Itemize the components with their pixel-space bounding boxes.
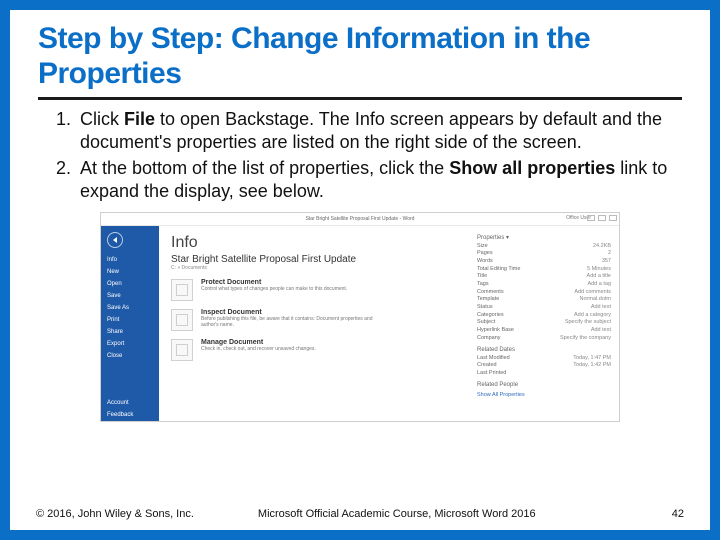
bold-show-all: Show all properties (449, 158, 615, 178)
backstage-sidebar: Info New Open Save Save As Print Share E… (101, 226, 159, 421)
prop-comments: CommentsAdd comments (477, 289, 611, 297)
slide-footer: © 2016, John Wiley & Sons, Inc. Microsof… (10, 508, 710, 530)
sidebar-item-new[interactable]: New (101, 266, 159, 278)
step-2: At the bottom of the list of properties,… (76, 157, 682, 204)
manage-text: Check in, check out, and recover unsaved… (201, 346, 316, 352)
prop-tags: TagsAdd a tag (477, 281, 611, 289)
copyright: © 2016, John Wiley & Sons, Inc. (36, 508, 194, 520)
sidebar-item-saveas[interactable]: Save As (101, 302, 159, 314)
window-titlebar: Star Bright Satellite Proposal First Upd… (101, 213, 619, 226)
protect-document-section: Protect Document Control what types of c… (171, 279, 471, 301)
prop-last-modified: Last ModifiedToday, 1:47 PM (477, 355, 611, 363)
close-icon[interactable] (609, 215, 617, 221)
sidebar-item-print[interactable]: Print (101, 314, 159, 326)
maximize-icon[interactable] (598, 215, 606, 221)
protect-heading: Protect Document (201, 279, 347, 286)
prop-status: StatusAdd text (477, 304, 611, 312)
sidebar-item-share[interactable]: Share (101, 326, 159, 338)
sidebar-item-save[interactable]: Save (101, 290, 159, 302)
info-left-column: Info Star Bright Satellite Proposal Firs… (171, 234, 471, 417)
prop-company: CompanySpecify the company (477, 335, 611, 343)
minimize-icon[interactable] (587, 215, 595, 221)
slide-content: Step by Step: Change Information in the … (10, 10, 710, 508)
sidebar-item-open[interactable]: Open (101, 278, 159, 290)
sidebar-item-info[interactable]: Info (101, 254, 159, 266)
prop-editing-time: Total Editing Time5 Minutes (477, 266, 611, 274)
prop-categories: CategoriesAdd a category (477, 312, 611, 320)
prop-size: Size24.2KB (477, 243, 611, 251)
sidebar-item-export[interactable]: Export (101, 338, 159, 350)
inspect-text: Before publishing this file, be aware th… (201, 316, 381, 328)
prop-template: TemplateNormal.dotm (477, 296, 611, 304)
backstage-body: Info New Open Save Save As Print Share E… (101, 226, 619, 421)
inspect-heading: Inspect Document (201, 309, 381, 316)
steps-list: Click File to open Backstage. The Info s… (38, 108, 682, 204)
manage-document-section: Manage Document Check in, check out, and… (171, 339, 471, 361)
properties-heading[interactable]: Properties ▾ (477, 234, 611, 241)
document-path: C: » Documents (171, 265, 471, 271)
manage-document-icon[interactable] (171, 339, 193, 361)
bold-file: File (124, 109, 155, 129)
prop-hyperlink-base: Hyperlink BaseAdd text (477, 327, 611, 335)
protect-text: Control what types of changes people can… (201, 286, 347, 292)
sidebar-item-close[interactable]: Close (101, 350, 159, 362)
inspect-document-icon[interactable] (171, 309, 193, 331)
prop-words: Words357 (477, 258, 611, 266)
slide-frame: Step by Step: Change Information in the … (0, 0, 720, 540)
prop-title: TitleAdd a title (477, 273, 611, 281)
prop-last-printed: Last Printed (477, 370, 611, 378)
info-heading: Info (171, 234, 471, 252)
word-backstage-screenshot: Star Bright Satellite Proposal First Upd… (100, 212, 620, 422)
window-title: Star Bright Satellite Proposal First Upd… (306, 216, 415, 222)
inspect-document-section: Inspect Document Before publishing this … (171, 309, 471, 331)
course-name: Microsoft Official Academic Course, Micr… (258, 508, 648, 520)
protect-document-icon[interactable] (171, 279, 193, 301)
show-all-properties-link[interactable]: Show All Properties (477, 392, 611, 398)
related-dates-heading: Related Dates (477, 347, 611, 353)
window-buttons (587, 215, 617, 221)
prop-created: CreatedToday, 1:42 PM (477, 362, 611, 370)
prop-subject: SubjectSpecify the subject (477, 319, 611, 327)
prop-pages: Pages2 (477, 250, 611, 258)
page-number: 42 (672, 508, 684, 520)
related-people-heading: Related People (477, 382, 611, 388)
sidebar-item-feedback[interactable]: Feedback (101, 409, 159, 421)
sidebar-item-account[interactable]: Account (101, 397, 159, 409)
slide-title: Step by Step: Change Information in the … (38, 22, 682, 91)
back-arrow-icon[interactable] (107, 232, 123, 248)
title-underline (38, 97, 682, 100)
document-title: Star Bright Satellite Proposal First Upd… (171, 254, 471, 265)
step-1: Click File to open Backstage. The Info s… (76, 108, 682, 155)
screenshot-wrapper: Star Bright Satellite Proposal First Upd… (38, 212, 682, 422)
backstage-main: Info Star Bright Satellite Proposal Firs… (159, 226, 619, 421)
properties-panel: Properties ▾ Size24.2KB Pages2 Words357 … (471, 234, 611, 417)
manage-heading: Manage Document (201, 339, 316, 346)
